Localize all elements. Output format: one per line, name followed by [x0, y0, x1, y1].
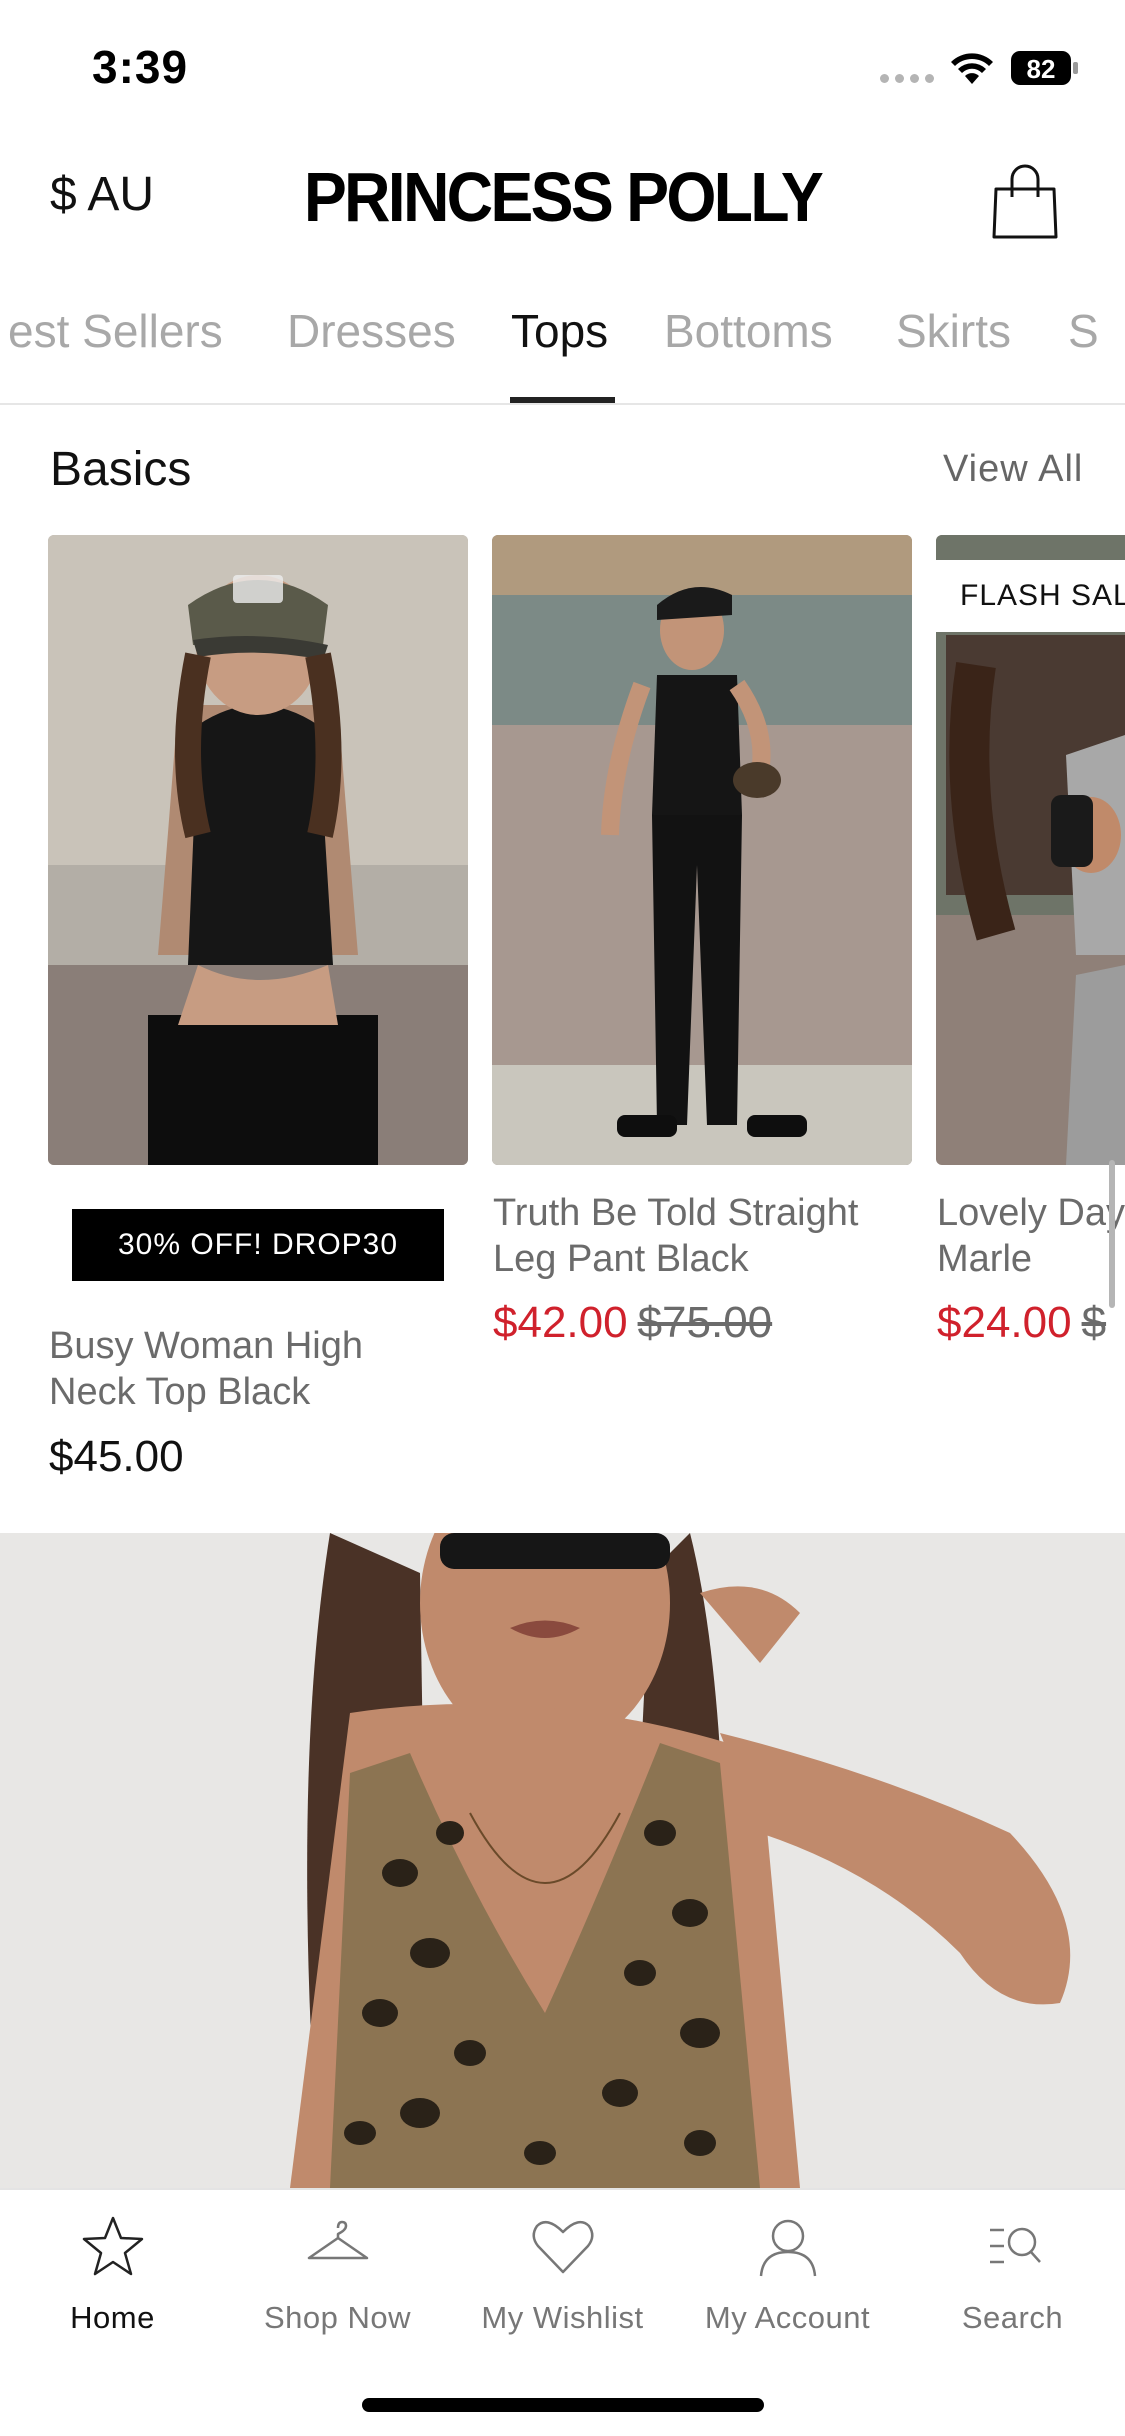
section-title: Basics [50, 443, 192, 496]
nav-wishlist[interactable]: My Wishlist [450, 2212, 675, 2336]
tab-dresses[interactable]: Dresses [287, 304, 456, 358]
sale-price: $42.00 [493, 1298, 628, 1347]
product-name[interactable]: Truth Be Told Straight Leg Pant Black [493, 1190, 913, 1282]
tab-next[interactable]: S [1068, 304, 1099, 358]
battery-level: 82 [1027, 54, 1056, 84]
active-tab-indicator [510, 397, 615, 403]
star-icon [82, 2216, 143, 2276]
app-header: $ AU PRINCESS POLLY [0, 135, 1125, 265]
product-price: $45.00 [49, 1432, 184, 1481]
view-all-link[interactable]: View All [943, 448, 1083, 491]
product-image[interactable] [492, 535, 912, 1165]
nav-home[interactable]: Home [0, 2212, 225, 2336]
tab-tops[interactable]: Tops [511, 304, 608, 358]
status-bar: 3:39 82 [0, 0, 1125, 135]
nav-label: My Wishlist [481, 2300, 644, 2335]
product-image[interactable] [48, 535, 468, 1165]
nav-account[interactable]: My Account [675, 2212, 900, 2336]
hanger-icon [307, 2220, 368, 2260]
nav-label: Shop Now [263, 2300, 412, 2335]
product-name[interactable]: Busy Woman High Neck Top Black [49, 1323, 449, 1415]
flash-sale-badge: FLASH SAL [936, 560, 1125, 632]
status-time: 3:39 [92, 41, 189, 93]
heart-icon [532, 2220, 593, 2274]
brand-logo[interactable]: PRINCESS POLLY [45, 157, 1080, 237]
home-indicator [362, 2398, 764, 2412]
scroll-indicator [1109, 1160, 1115, 1308]
original-price: $ [1081, 1298, 1107, 1347]
tab-best-sellers[interactable]: est Sellers [8, 304, 223, 358]
category-tabs: est Sellers Dresses Tops Bottoms Skirts … [0, 290, 1125, 405]
tab-bottoms[interactable]: Bottoms [664, 304, 833, 358]
nav-label: Search [961, 2300, 1064, 2335]
sale-price: $24.00 [937, 1298, 1072, 1347]
product-price: $42.00 $75.00 [493, 1298, 772, 1348]
promo-badge: 30% OFF! DROP30 [72, 1209, 444, 1281]
nav-search[interactable]: Search [900, 2212, 1125, 2336]
signal-icon [880, 74, 934, 83]
nav-shop-now[interactable]: Shop Now [225, 2212, 450, 2336]
shopping-bag-icon[interactable] [990, 163, 1060, 241]
tab-skirts[interactable]: Skirts [896, 304, 1011, 358]
battery-icon: 82 [1011, 51, 1078, 85]
nav-label: Home [70, 2300, 155, 2335]
user-icon [759, 2219, 816, 2277]
product-name[interactable]: Lovely Day Grey Marle [937, 1190, 1125, 1282]
wifi-icon [951, 53, 993, 84]
hero-banner[interactable] [0, 1533, 1125, 2188]
nav-label: My Account [704, 2300, 871, 2335]
search-list-icon [989, 2227, 1041, 2264]
product-info-clip: Lovely Day Grey Marle $24.00$ [936, 1190, 1125, 1350]
product-price: $24.00 $ [937, 1298, 1106, 1348]
original-price: $75.00 [637, 1298, 773, 1347]
